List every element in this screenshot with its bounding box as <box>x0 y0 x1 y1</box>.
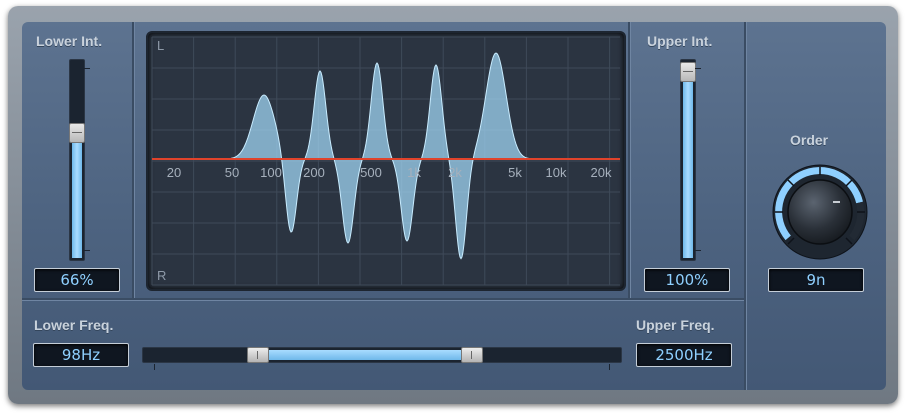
upper-int-fill <box>683 72 693 258</box>
order-knob[interactable] <box>770 162 870 262</box>
upper-int-label: Upper Int. <box>647 33 713 49</box>
freq-tick-left <box>154 364 155 370</box>
freq-range-fill <box>257 350 467 360</box>
lower-int-value[interactable]: 66% <box>34 268 120 292</box>
upper-freq-label: Upper Freq. <box>636 317 715 333</box>
waveform-fill <box>152 52 620 260</box>
freq-axis-label: 200 <box>303 165 325 180</box>
divider-bottom <box>22 298 744 300</box>
lower-freq-thumb[interactable] <box>247 347 269 363</box>
freq-axis-label: 10k <box>546 165 567 180</box>
upper-int-tick-bottom <box>695 250 701 251</box>
freq-axis-label: 50 <box>225 165 239 180</box>
upper-int-value[interactable]: 100% <box>644 268 730 292</box>
divider-right <box>628 22 630 300</box>
stereo-display: 20 50 100 200 500 1k 2k 5k 10k 20k L R <box>146 31 626 291</box>
upper-int-thumb[interactable] <box>680 62 696 82</box>
waveform-graph: 20 50 100 200 500 1k 2k 5k 10k 20k L R <box>151 36 620 286</box>
stereo-spread-panel: Lower Int. 66% 20 50 100 200 500 1k 2k 5k 10k 20k… <box>22 22 886 390</box>
upper-int-slider[interactable] <box>680 59 701 261</box>
channel-r-label: R <box>157 268 166 283</box>
freq-range-slider[interactable] <box>142 347 622 363</box>
upper-freq-value[interactable]: 2500Hz <box>636 343 732 367</box>
freq-axis-label: 100 <box>260 165 282 180</box>
lower-int-thumb[interactable] <box>69 122 85 143</box>
freq-axis-label: 1k <box>407 165 421 180</box>
freq-axis-label: 20 <box>167 165 181 180</box>
upper-freq-thumb[interactable] <box>461 347 483 363</box>
lower-freq-value[interactable]: 98Hz <box>33 343 129 367</box>
divider-order <box>744 22 746 390</box>
lower-int-tick-bottom <box>84 250 90 251</box>
lower-int-slider[interactable] <box>69 59 90 261</box>
freq-axis-label: 2k <box>448 165 462 180</box>
order-value[interactable]: 9n <box>768 268 864 292</box>
knob-graphic <box>772 164 868 260</box>
freq-axis-label: 500 <box>360 165 382 180</box>
lower-int-tick-top <box>84 68 90 69</box>
order-label: Order <box>790 132 829 148</box>
upper-int-tick-top <box>695 68 701 69</box>
lower-int-fill <box>72 132 82 258</box>
freq-tick-right <box>609 364 610 370</box>
divider-left <box>132 22 134 300</box>
lower-freq-label: Lower Freq. <box>34 317 114 333</box>
freq-axis-label: 5k <box>508 165 522 180</box>
channel-l-label: L <box>157 38 164 53</box>
freq-axis-label: 20k <box>591 165 612 180</box>
lower-int-label: Lower Int. <box>36 33 103 49</box>
